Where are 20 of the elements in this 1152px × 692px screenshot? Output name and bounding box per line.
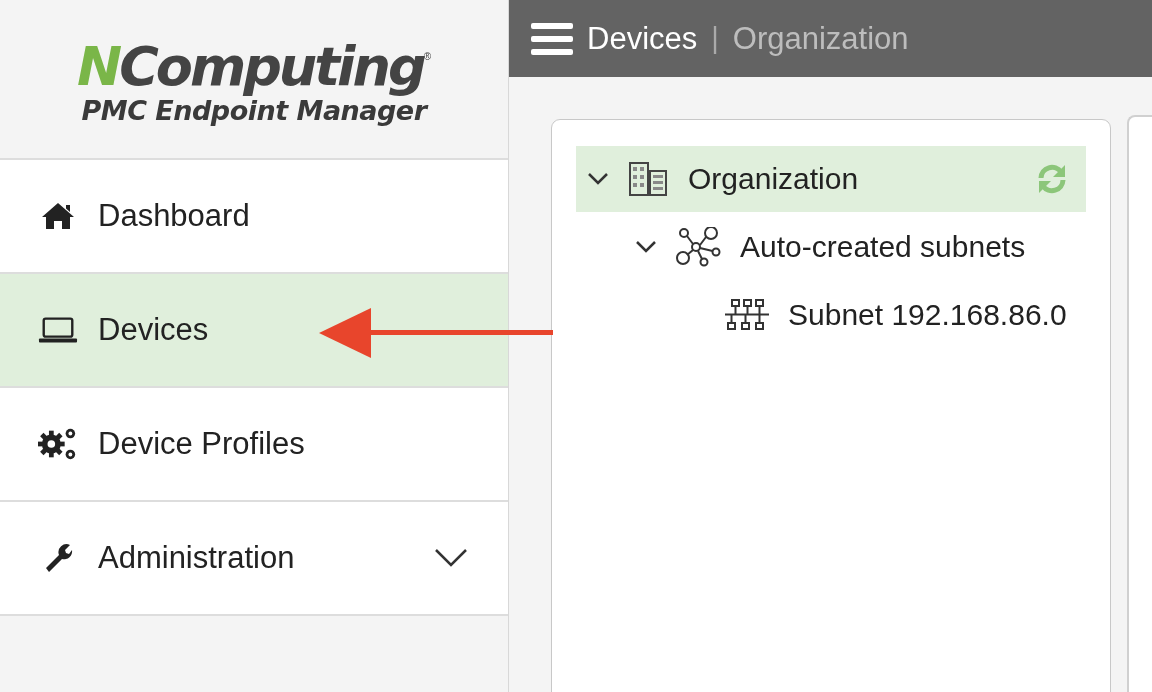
network-icon — [724, 299, 770, 331]
network-nodes-icon — [676, 227, 722, 267]
tree-item[interactable]: Subnet 192.168.86.0 — [576, 282, 1086, 348]
chevron-icon[interactable] — [587, 172, 609, 186]
home-icon — [41, 202, 75, 230]
nav-item[interactable]: Devices — [0, 274, 508, 388]
wrench-icon — [43, 543, 73, 573]
nav-item[interactable]: Device Profiles — [0, 388, 508, 502]
nav-item[interactable]: Dashboard — [0, 160, 508, 274]
registered-mark: ® — [423, 50, 432, 62]
tree-item[interactable]: Auto-created subnets — [576, 214, 1086, 280]
buildings-icon — [628, 161, 670, 197]
menu-icon[interactable] — [531, 21, 573, 56]
laptop-icon — [38, 316, 78, 344]
brand-logo: NComputing — [76, 36, 424, 97]
page-title: Devices — [587, 20, 698, 57]
separator: | — [711, 22, 719, 55]
tree-item[interactable]: Organization — [576, 146, 1086, 212]
chevron-icon[interactable] — [635, 240, 657, 254]
nav-item[interactable]: Administration — [0, 502, 508, 616]
